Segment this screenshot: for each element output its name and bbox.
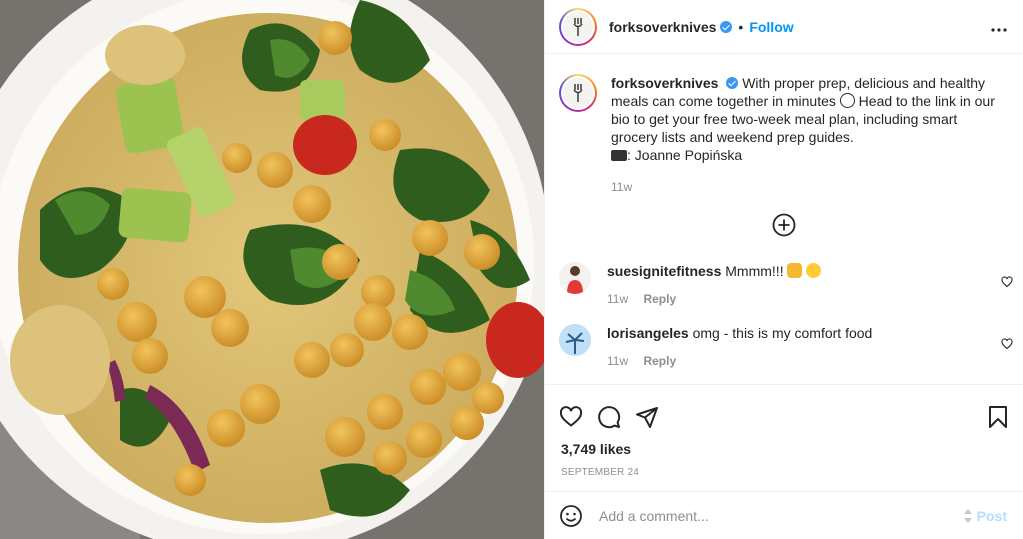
post-label: Post [976,507,1007,524]
comment-icon[interactable] [597,405,621,429]
commenter-avatar[interactable] [559,262,591,294]
list-item: suesignitefitness Mmmm!!! 11w Reply [545,262,1023,308]
post-photo[interactable] [0,0,544,539]
commenter-avatar[interactable] [559,324,591,356]
fork-logo-icon [573,17,583,36]
add-comment-bar: Post [545,491,1023,539]
verified-badge-icon [720,20,733,33]
caption: forksoverknives With proper prep, delici… [545,54,1023,196]
comment-timestamp[interactable]: 11w [607,354,628,368]
author-avatar[interactable] [559,7,597,46]
load-more-comments[interactable] [545,210,1023,240]
comment-like-heart-icon[interactable] [1001,276,1013,288]
post-actions: 3,749 likes SEPTEMBER 24 [545,384,1023,478]
more-options-icon[interactable] [991,16,1007,37]
caption-username[interactable]: forksoverknives [611,75,718,91]
emoji-icon[interactable] [559,504,583,528]
camera-emoji-icon [611,150,627,161]
heart-icon[interactable] [559,405,583,429]
comment-like-heart-icon[interactable] [1001,338,1013,350]
resize-handle-icon [963,508,972,523]
smile-emoji-icon [839,93,855,108]
bookmark-icon[interactable] [987,405,1009,429]
list-item: lorisangeles omg - this is my comfort fo… [545,324,1023,370]
follow-button[interactable]: Follow [749,19,793,35]
food-bowl-image [0,0,544,539]
caption-avatar[interactable] [559,74,597,112]
post-date[interactable]: SEPTEMBER 24 [545,467,1023,478]
likes-count[interactable]: 3,749 likes [545,441,1023,457]
comment-username[interactable]: lorisangeles [607,325,689,341]
comment-text: omg - this is my comfort food [692,325,873,341]
comment-username[interactable]: suesignitefitness [607,263,721,279]
reply-button[interactable]: Reply [643,292,676,306]
comment-input[interactable] [599,507,963,524]
grinning-face-emoji-icon [806,263,822,278]
photo-credit: : Joanne Popińska [627,147,743,163]
reply-button[interactable]: Reply [643,354,676,368]
fork-logo-icon [573,84,583,102]
caption-timestamp[interactable]: 11w [611,180,632,194]
author-username[interactable]: forksoverknives [609,19,716,35]
comments-section[interactable]: forksoverknives With proper prep, delici… [545,54,1023,384]
verified-badge-icon [726,77,739,89]
separator-dot: • [738,18,744,35]
instagram-post: forksoverknives • Follow forksoverknives… [0,0,1023,539]
comment-timestamp[interactable]: 11w [607,292,628,306]
send-icon[interactable] [635,405,659,429]
comment-text: Mmmm!!! [725,263,784,279]
plus-circle-icon[interactable] [772,213,796,237]
post-details-panel: forksoverknives • Follow forksoverknives… [544,0,1023,539]
post-comment-button[interactable]: Post [963,508,1007,524]
flexed-bicep-emoji-icon [787,263,803,278]
post-header: forksoverknives • Follow [545,0,1023,54]
